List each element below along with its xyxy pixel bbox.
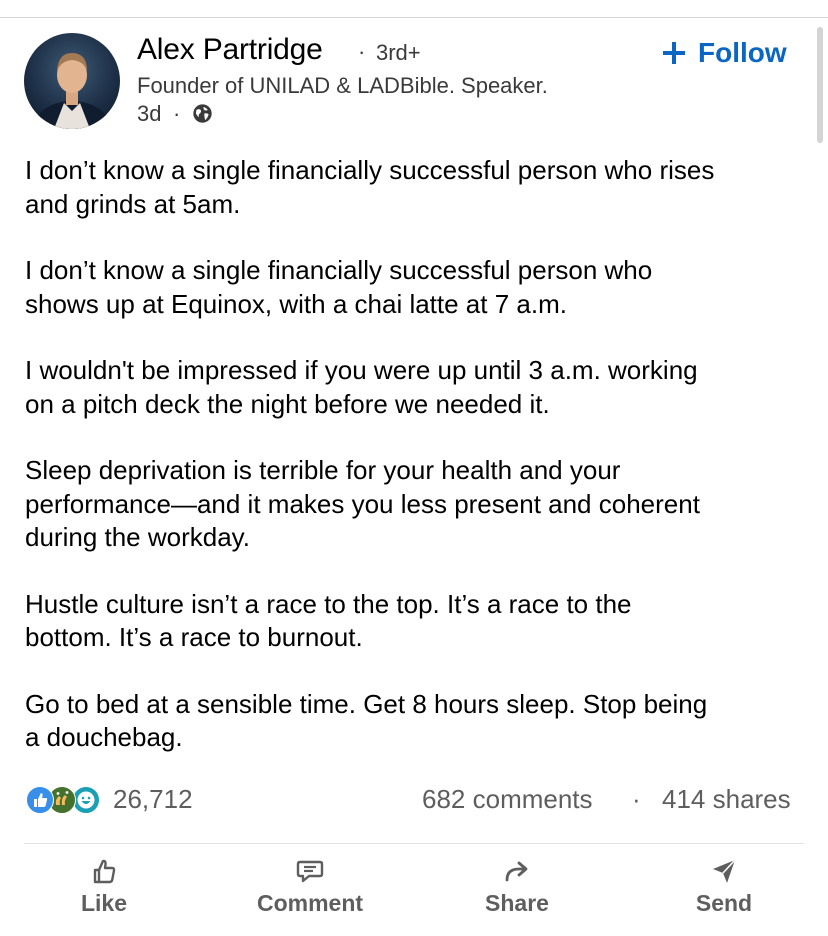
follow-label: Follow	[698, 37, 787, 68]
top-divider	[0, 17, 828, 18]
age-separator: ·	[173, 101, 181, 126]
like-label: Like	[80, 890, 128, 916]
share-button[interactable]: Share	[478, 856, 556, 917]
post-paragraph: Hustle culture isn’t a race to the top. …	[25, 588, 632, 653]
funny-reaction-icon	[72, 786, 100, 814]
reaction-icons[interactable]	[26, 786, 104, 814]
post-paragraph: Sleep deprivation is terrible for your h…	[25, 455, 700, 552]
reaction-count[interactable]: 26,712	[113, 784, 193, 815]
like-reaction-icon	[26, 786, 54, 814]
scrollbar[interactable]	[817, 27, 823, 143]
like-button[interactable]: Like	[66, 856, 142, 917]
thumbs-up-icon	[93, 859, 116, 884]
stats-separator: ·	[632, 784, 641, 814]
action-divider	[24, 843, 804, 844]
share-icon	[505, 861, 528, 882]
send-button[interactable]: Send	[689, 856, 759, 917]
follow-button[interactable]: Follow	[660, 34, 787, 72]
globe-icon	[193, 104, 212, 123]
post-paragraph: I don’t know a single financially succes…	[25, 155, 715, 219]
shares-count[interactable]: 414 shares	[662, 784, 791, 815]
comments-count[interactable]: 682 comments	[422, 784, 593, 815]
author-headline: Founder of UNILAD & LADBible. Speaker.	[137, 73, 548, 98]
post-age: 3d	[137, 101, 162, 126]
comment-label: Comment	[256, 890, 364, 916]
send-label: Send	[695, 890, 753, 916]
share-label: Share	[485, 890, 549, 916]
name-separator: ·	[358, 39, 366, 64]
plus-icon	[663, 42, 685, 64]
post-body: I don’t know a single financially succes…	[25, 154, 815, 788]
post-paragraph: I don’t know a single financially succes…	[25, 255, 653, 319]
connection-degree: 3rd+	[376, 40, 421, 65]
send-icon	[713, 859, 736, 883]
post-paragraph: I wouldn't be impressed if you were up u…	[25, 355, 698, 419]
author-name[interactable]: Alex Partridge	[137, 33, 323, 67]
comment-icon	[296, 860, 324, 883]
post-paragraph: Go to bed at a sensible time. Get 8 hour…	[25, 688, 708, 753]
comment-button[interactable]: Comment	[250, 856, 370, 917]
avatar[interactable]	[24, 33, 120, 129]
